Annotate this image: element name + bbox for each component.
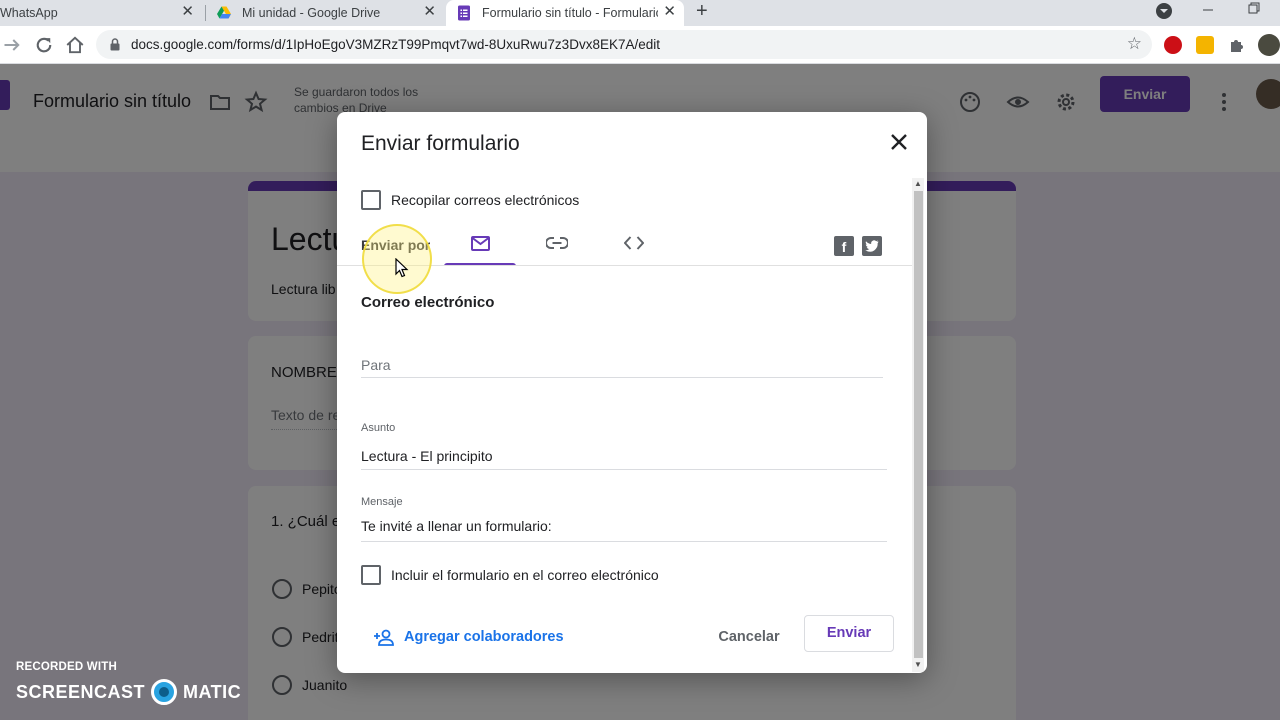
scroll-down-arrow[interactable]: ▼ <box>914 661 922 669</box>
tab-whatsapp[interactable]: WhatsApp ✕ <box>0 0 204 26</box>
url-text: docs.google.com/forms/d/1IpHoEgoV3MZRzT9… <box>131 37 660 52</box>
send-form-dialog: Enviar formulario ▲ ▼ Recopilar correos … <box>337 112 927 673</box>
tab-title: WhatsApp <box>0 6 58 20</box>
minimize-icon[interactable] <box>1202 4 1214 16</box>
include-form-checkbox[interactable] <box>361 565 381 585</box>
subject-field[interactable]: Asunto Lectura - El principito <box>361 422 887 470</box>
field-underline <box>361 541 887 542</box>
dialog-send-button[interactable]: Enviar <box>804 615 894 652</box>
message-field[interactable]: Mensaje Te invité a llenar un formulario… <box>361 496 887 542</box>
tab-title: Mi unidad - Google Drive <box>242 6 381 20</box>
new-tab-button[interactable]: + <box>696 0 708 22</box>
link-icon <box>546 237 568 249</box>
message-value[interactable]: Te invité a llenar un formulario: <box>361 518 887 534</box>
address-bar[interactable]: docs.google.com/forms/d/1IpHoEgoV3MZRzT9… <box>96 30 1152 59</box>
field-underline <box>361 469 887 470</box>
scroll-up-arrow[interactable]: ▲ <box>914 180 922 188</box>
tab-close-icon[interactable]: ✕ <box>181 3 194 21</box>
mouse-pointer-icon <box>395 258 409 278</box>
tab-google-forms[interactable]: Formulario sin título - Formulario ✕ <box>446 0 684 26</box>
profile-avatar[interactable] <box>1258 34 1280 56</box>
message-label: Mensaje <box>361 496 403 508</box>
watermark-word: SCREENCAST <box>16 681 146 702</box>
embed-code-icon <box>624 236 644 250</box>
screencast-logo-icon <box>151 679 178 705</box>
tab-search-icon[interactable] <box>1155 2 1173 20</box>
opera-extension-icon[interactable] <box>1164 36 1182 54</box>
tab-send-embed[interactable] <box>598 224 670 264</box>
home-icon[interactable] <box>65 35 85 55</box>
tab-close-icon[interactable]: ✕ <box>423 3 436 21</box>
screencast-watermark-logo: SCREENCAST MATIC <box>16 679 242 705</box>
to-field[interactable] <box>361 352 883 378</box>
tab-send-link[interactable] <box>520 224 592 264</box>
restore-icon[interactable] <box>1248 2 1260 14</box>
include-form-label[interactable]: Incluir el formulario en el correo elect… <box>391 567 659 583</box>
scrollbar-thumb[interactable] <box>914 191 923 658</box>
forward-icon[interactable] <box>2 35 22 55</box>
collect-emails-checkbox[interactable] <box>361 190 381 210</box>
subject-label: Asunto <box>361 422 396 434</box>
add-collaborators-button[interactable]: Agregar colaboradores <box>373 625 564 649</box>
add-collaborators-label: Agregar colaboradores <box>404 629 564 645</box>
google-drive-icon <box>217 6 231 19</box>
reload-icon[interactable] <box>34 35 54 55</box>
lock-icon <box>110 38 120 51</box>
facebook-icon[interactable]: f <box>834 236 854 256</box>
tab-send-email[interactable] <box>444 224 516 266</box>
tab-close-icon[interactable]: ✕ <box>663 3 676 21</box>
twitter-icon[interactable] <box>862 236 882 256</box>
watermark-word: MATIC <box>183 681 242 702</box>
google-forms-icon <box>458 5 470 21</box>
extensions-puzzle-icon[interactable] <box>1228 37 1245 54</box>
tab-title: Formulario sin título - Formulario <box>482 6 658 20</box>
email-icon <box>471 236 490 251</box>
close-icon[interactable] <box>887 130 911 154</box>
twitter-bird-icon <box>865 240 879 252</box>
dialog-title: Enviar formulario <box>361 132 520 155</box>
person-add-icon <box>374 629 394 646</box>
collect-emails-label[interactable]: Recopilar correos electrónicos <box>391 192 579 208</box>
watermark-caption: RECORDED WITH <box>16 661 117 673</box>
dialog-scrollbar[interactable]: ▲ ▼ <box>912 178 924 672</box>
tab-google-drive[interactable]: Mi unidad - Google Drive ✕ <box>206 0 444 26</box>
bookmark-star-icon[interactable]: ☆ <box>1127 34 1142 54</box>
section-title: Correo electrónico <box>361 294 495 311</box>
browser-tab-strip: WhatsApp ✕ Mi unidad - Google Drive ✕ Fo… <box>0 0 1280 26</box>
cancel-button[interactable]: Cancelar <box>707 619 791 655</box>
extension-icon[interactable] <box>1196 36 1214 54</box>
browser-toolbar: docs.google.com/forms/d/1IpHoEgoV3MZRzT9… <box>0 26 1280 64</box>
subject-value[interactable]: Lectura - El principito <box>361 448 887 464</box>
